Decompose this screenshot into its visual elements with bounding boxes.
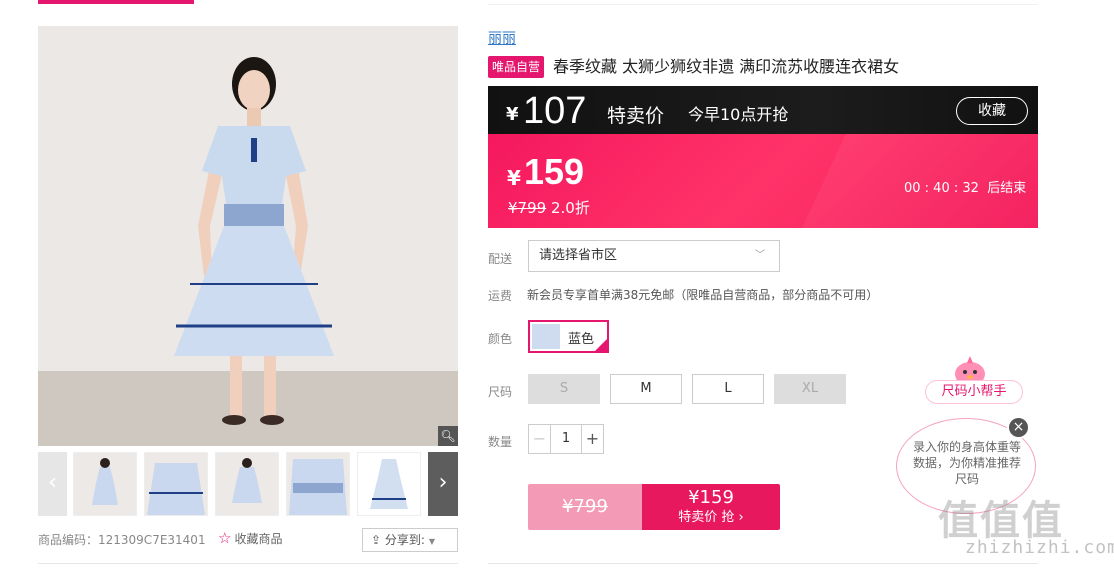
sale-currency: ¥ [507, 166, 521, 190]
watermark-url: zhizhizhi.com [965, 537, 1114, 558]
delivery-label: 配送 [488, 252, 513, 266]
size-helper-text: 录入你的身高体重等数据，为你精准推荐尺码 [912, 440, 1021, 486]
countdown-suffix: 后结束 [987, 181, 1027, 196]
color-name: 蓝色 [568, 332, 595, 347]
divider [488, 563, 1038, 564]
freight-info: 新会员专享首单满38元免邮（限唯品自营商品，部分商品不可用） [527, 288, 879, 302]
size-option-l[interactable]: L [692, 374, 764, 404]
sale-price: 159 [524, 151, 585, 192]
buy-original-price: ¥799 [528, 484, 642, 530]
size-option-m[interactable]: M [610, 374, 682, 404]
flash-price: 107 [523, 90, 587, 132]
address-placeholder: 请选择省市区 [539, 248, 618, 263]
caret-down-icon: ▼ [428, 537, 436, 546]
buy-price: ¥159 [688, 487, 734, 508]
divider [488, 4, 1038, 5]
thumbnail[interactable] [144, 452, 208, 516]
brand-link[interactable]: 丽丽 [488, 28, 516, 48]
countdown-timer: 00 : 40 : 32 [904, 181, 979, 196]
size-label: 尺码 [488, 385, 513, 399]
flash-price-label: 特卖价 [607, 105, 665, 127]
discount-rate: 2.0折 [550, 199, 590, 217]
thumbnail-image [287, 453, 349, 515]
thumbnail-image [358, 453, 420, 515]
thumb-next-button[interactable]: › [428, 452, 458, 516]
color-option-blue[interactable]: 蓝色 [528, 320, 609, 353]
share-label: 分享到: [384, 533, 425, 547]
original-price: ¥799 2.0折 [508, 197, 590, 218]
flash-currency: ¥ [506, 104, 519, 125]
close-icon[interactable]: × [1007, 416, 1030, 439]
original-price-value: ¥799 [508, 199, 547, 217]
product-photo-illustration [38, 26, 458, 446]
thumbnail-image [216, 453, 278, 515]
thumbnail-image [74, 453, 136, 515]
quantity-value[interactable]: 1 [551, 425, 581, 453]
share-icon: ⇪ [371, 533, 385, 547]
countdown: 00 : 40 : 32 后结束 [904, 177, 1026, 196]
quantity-stepper: − 1 + [528, 424, 604, 454]
thumbnail[interactable] [357, 452, 421, 516]
divider [38, 563, 458, 564]
thumbnail-image [145, 453, 207, 515]
favorite-button[interactable]: ☆ 收藏商品 [218, 529, 282, 547]
size-option-s[interactable]: S [528, 374, 600, 404]
thumb-prev-button[interactable]: ‹ [38, 452, 67, 516]
flash-start-time: 今早10点开抢 [688, 105, 789, 124]
zoom-icon[interactable]: 🔍︎ [438, 426, 458, 446]
share-dropdown[interactable]: ⇪ 分享到: ▼ [362, 528, 458, 552]
quantity-label: 数量 [488, 435, 513, 449]
increase-button[interactable]: + [581, 425, 603, 453]
color-label: 颜色 [488, 332, 513, 346]
buy-original-price-value: ¥799 [562, 496, 608, 517]
selected-check-icon [594, 338, 608, 352]
address-select[interactable]: 请选择省市区 ﹀ [528, 240, 780, 272]
freight-label: 运费 [488, 289, 513, 303]
size-helper-tag[interactable]: 尺码小帮手 [925, 380, 1023, 404]
self-operated-badge: 唯品自营 [488, 56, 545, 78]
product-sku: 商品编码：121309C7E31401 [38, 533, 206, 547]
active-tab-indicator [38, 0, 194, 4]
thumbnail[interactable] [286, 452, 350, 516]
color-swatch [532, 324, 560, 349]
chevron-down-icon: ﹀ [755, 250, 765, 261]
thumbnail[interactable] [73, 452, 137, 516]
star-icon: ☆ [218, 529, 232, 547]
buy-label: 特卖价 抢 › [678, 510, 744, 525]
buy-button[interactable]: ¥159 特卖价 抢 › [642, 484, 780, 530]
product-title: 春季纹藏 太狮少狮纹非遗 满印流苏收腰连衣裙女 [553, 57, 900, 76]
decrease-button[interactable]: − [529, 425, 551, 453]
favorite-label: 收藏商品 [234, 532, 283, 546]
thumbnail[interactable] [215, 452, 279, 516]
main-product-image[interactable] [38, 26, 458, 446]
collect-button[interactable]: 收藏 [956, 97, 1028, 125]
size-option-xl[interactable]: XL [774, 374, 846, 404]
